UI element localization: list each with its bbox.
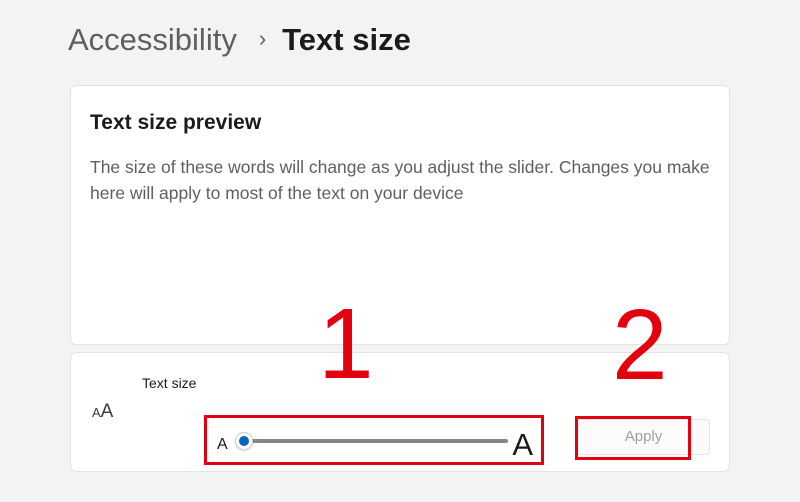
page-title: Text size [282,22,411,57]
text-size-icon-small-a: A [92,405,101,420]
text-size-icon-large-a: A [100,401,114,422]
step-number-1: 1 [318,288,374,400]
step-number-2: 2 [612,289,668,401]
highlight-box-apply [575,416,691,460]
breadcrumb: Accessibility › Text size [68,18,411,62]
chevron-right-icon: › [258,26,267,51]
text-size-icon: AA [92,401,113,423]
preview-title: Text size preview [90,111,262,134]
highlight-box-slider [204,415,544,465]
preview-description: The size of these words will change as y… [90,157,710,203]
breadcrumb-accessibility-link[interactable]: Accessibility [68,22,237,58]
text-size-label: Text size [142,375,197,391]
